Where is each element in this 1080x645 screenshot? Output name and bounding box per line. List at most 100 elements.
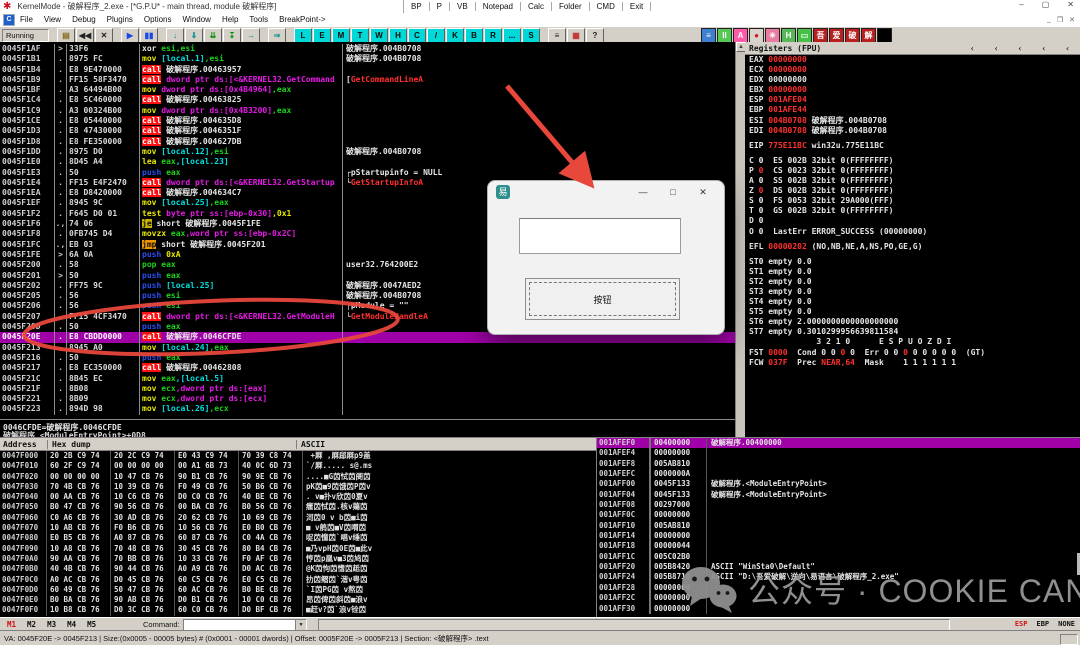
menu-item-help[interactable]: Help: [222, 15, 238, 24]
dump-row[interactable]: 0047F0F0 10 B8 CB 76 D0 3C CB 76 60 C0 CB 7…: [0, 605, 596, 616]
dump-row[interactable]: 0047F060 C0 A6 CB 76 30 AD CB 76 20 62 CB 7…: [0, 512, 596, 524]
stack-row[interactable]: 001AFEF8 005AB810: [597, 458, 1080, 470]
toolbar-letter-t-button[interactable]: T: [351, 27, 369, 43]
dump-row[interactable]: 0047F010 60 2F C9 74 00 00 00 00 00 A1 6B 7…: [0, 461, 596, 472]
register-line[interactable]: ST0 empty 0.0: [745, 257, 1080, 267]
disasm-row[interactable]: 0045F1C4. E8 5C460000 call 破解程序.00463825: [0, 95, 735, 106]
dump-row[interactable]: 0047F0C0 A0 AC CB 76 D0 45 CB 76 60 C5 CB 7…: [0, 574, 596, 585]
frame-label-esp[interactable]: ESP: [1015, 620, 1028, 628]
toolbar-letter-r-button[interactable]: R: [484, 27, 502, 43]
register-line[interactable]: C 0 ES 002B 32bit 0(FFFFFFFF): [745, 156, 1080, 166]
register-line[interactable]: EAX 00000000: [745, 55, 1080, 65]
step-into-icon[interactable]: ↓: [166, 27, 184, 43]
plugin-screen-icon[interactable]: ▭: [797, 27, 812, 43]
dump-row[interactable]: 0047F0A0 90 AA CB 76 70 BB CB 76 10 33 CB 7…: [0, 553, 596, 565]
close-x-icon[interactable]: ✕: [95, 27, 113, 43]
collapse-icon[interactable]: ‹: [1018, 44, 1023, 53]
toolbar-letter-w-button[interactable]: W: [370, 27, 388, 43]
window-minimize-button[interactable]: –: [1019, 0, 1023, 9]
register-line[interactable]: S 0 FS 0053 32bit 29A000(FFF): [745, 196, 1080, 206]
collapse-icon[interactable]: ‹: [970, 44, 975, 53]
menu-item-plugins[interactable]: Plugins: [107, 15, 133, 24]
stack-row[interactable]: 001AFF18 00000044: [597, 541, 1080, 552]
register-line[interactable]: FCW 037F Prec NEAR,64 Mask 1 1 1 1 1 1: [745, 358, 1080, 368]
toolbar-letter-slash-button[interactable]: /: [427, 27, 445, 43]
stack-row[interactable]: 001AFF04 0045F133 破解程序.<ModuleEntryPoint>: [597, 489, 1080, 501]
toolbar-letter-s-button[interactable]: S: [522, 27, 540, 43]
collapse-icon[interactable]: ‹: [1041, 44, 1046, 53]
register-line[interactable]: EDX 00000000: [745, 75, 1080, 85]
disasm-row[interactable]: 0045F1B1. 8975 FC mov [local.1],esi 破解程序.00…: [0, 54, 735, 65]
menu-item-window[interactable]: Window: [183, 15, 211, 24]
dialog-minimize-button[interactable]: —: [628, 182, 658, 202]
disasm-row[interactable]: 0045F21C. 8B45 EC mov eax,[local.5]: [0, 373, 735, 384]
open-folder-icon[interactable]: ▤: [57, 27, 75, 43]
dialog-close-button[interactable]: ✕: [688, 182, 718, 202]
register-line[interactable]: ST1 empty 0.0: [745, 267, 1080, 277]
animate-into-icon[interactable]: ⇊: [204, 27, 222, 43]
disasm-row[interactable]: 0045F223. 894D 98 mov [local.26],ecx: [0, 404, 735, 415]
animate-over-icon[interactable]: ↧: [223, 27, 241, 43]
disasm-row[interactable]: 0045F1BF. A3 64494B00 mov dword ptr ds:[0x…: [0, 85, 735, 96]
dump-row[interactable]: 0047F020 00 00 00 00 10 47 CB 76 90 B1 CB 7…: [0, 471, 596, 482]
memory-tab-m2[interactable]: M2: [27, 620, 36, 629]
toolbar-letter-e-button[interactable]: E: [313, 27, 331, 43]
stack-row[interactable]: 001AFF10 005AB810: [597, 520, 1080, 532]
menu-item-tools[interactable]: Tools: [249, 15, 268, 24]
dump-row[interactable]: 0047F080 E0 B5 CB 76 A0 87 CB 76 60 87 CB 7…: [0, 533, 596, 544]
dialog-edit-field[interactable]: [519, 218, 681, 254]
stack-row[interactable]: 001AFF28 00000000: [597, 582, 1080, 594]
disasm-row[interactable]: 0045F1D8. E8 FE350000 call 破解程序.004627DB: [0, 136, 735, 147]
toolbar-letter-h-button[interactable]: H: [389, 27, 407, 43]
toolbar-letter-dots-button[interactable]: ...: [503, 27, 521, 43]
plugin-flower-icon[interactable]: ✳: [765, 27, 780, 43]
help-icon[interactable]: ?: [586, 27, 604, 43]
register-line[interactable]: ST3 empty 0.0: [745, 287, 1080, 297]
frame-label-ebp[interactable]: EBP: [1036, 620, 1049, 628]
register-line[interactable]: O 0 LastErr ERROR_SUCCESS (00000000): [745, 227, 1080, 237]
stack-row[interactable]: 001AFEFC 0000000A: [597, 469, 1080, 480]
stack-row[interactable]: 001AFF08 00297000: [597, 500, 1080, 511]
register-line[interactable]: ST5 empty 0.0: [745, 307, 1080, 317]
register-line[interactable]: EDI 004B0708 破解程序.004B0708: [745, 126, 1080, 136]
disasm-row[interactable]: 0045F1D3. E8 47430000 call 破解程序.0046351F: [0, 126, 735, 137]
disasm-row[interactable]: 0045F1CE. E8 05440000 call 破解程序.004635D8: [0, 116, 735, 127]
menu-item-breakpoint[interactable]: BreakPoint->: [279, 15, 325, 24]
register-line[interactable]: ECX 00000000: [745, 65, 1080, 75]
disasm-row[interactable]: 0045F21F. 8B08 mov ecx,dword ptr ds:[eax]: [0, 383, 735, 395]
register-line[interactable]: EBP 001AFE44: [745, 105, 1080, 115]
plugin-black-icon[interactable]: [877, 27, 892, 43]
execute-return-icon[interactable]: →: [242, 27, 260, 43]
frame-label-none[interactable]: NONE: [1058, 620, 1075, 628]
register-line[interactable]: D 0: [745, 216, 1080, 226]
plugin-h-icon[interactable]: H: [781, 27, 796, 43]
register-line[interactable]: ST2 empty 0.0: [745, 277, 1080, 287]
stack-pane[interactable]: 001AFEF0 00400000 破解程序.00400000 001AFEF4 000…: [596, 437, 1080, 618]
disasm-row[interactable]: 0045F1C9. A3 00324B00 mov dword ptr ds:[0x…: [0, 105, 735, 117]
stack-row[interactable]: 001AFEF4 00000000: [597, 448, 1080, 459]
mdi-restore-button[interactable]: ❐: [1057, 16, 1063, 24]
disasm-row[interactable]: 0045F1B4. E8 9E470000 call 破解程序.00463957: [0, 64, 735, 75]
dialog-title-bar[interactable]: 易 — □ ✕: [488, 181, 724, 203]
toolbar-letter-b-button[interactable]: B: [465, 27, 483, 43]
register-line[interactable]: ESP 001AFE04: [745, 95, 1080, 105]
register-line[interactable]: EBX 00000000: [745, 85, 1080, 95]
command-dropdown-icon[interactable]: ▼: [295, 620, 306, 630]
register-line[interactable]: ST4 empty 0.0: [745, 297, 1080, 307]
register-line[interactable]: FST 0000 Cond 0 0 0 0 Err 0 0 0 0 0 0 0 …: [745, 348, 1080, 358]
stack-row[interactable]: 001AFF14 00000000: [597, 531, 1080, 542]
register-line[interactable]: ST6 empty 2.0000000000000000000: [745, 317, 1080, 327]
register-line[interactable]: EIP 775E11BC win32u.775E11BC: [745, 141, 1080, 151]
disasm-row[interactable]: 0045F217. E8 EC350000 call 破解程序.00462808: [0, 363, 735, 374]
menu-item-view[interactable]: View: [44, 15, 61, 24]
menu-button-cmd[interactable]: CMD: [590, 2, 623, 11]
memory-tab-m1[interactable]: M1: [7, 620, 16, 629]
menu-item-file[interactable]: File: [20, 15, 33, 24]
dump-row[interactable]: 0047F050 B0 47 CB 76 90 56 CB 76 00 BA CB 7…: [0, 502, 596, 513]
plugin-record-icon[interactable]: ●: [749, 27, 764, 43]
hex-dump-pane[interactable]: Address Hex dump ASCII 0047F000 20 2B C9 …: [0, 437, 596, 618]
plugin-wu-icon[interactable]: 吾: [813, 27, 828, 43]
register-line[interactable]: A 0 SS 002B 32bit 0(FFFFFFFF): [745, 176, 1080, 186]
windows-grid-icon[interactable]: ▦: [567, 27, 585, 43]
plugin-a-icon[interactable]: A: [733, 27, 748, 43]
